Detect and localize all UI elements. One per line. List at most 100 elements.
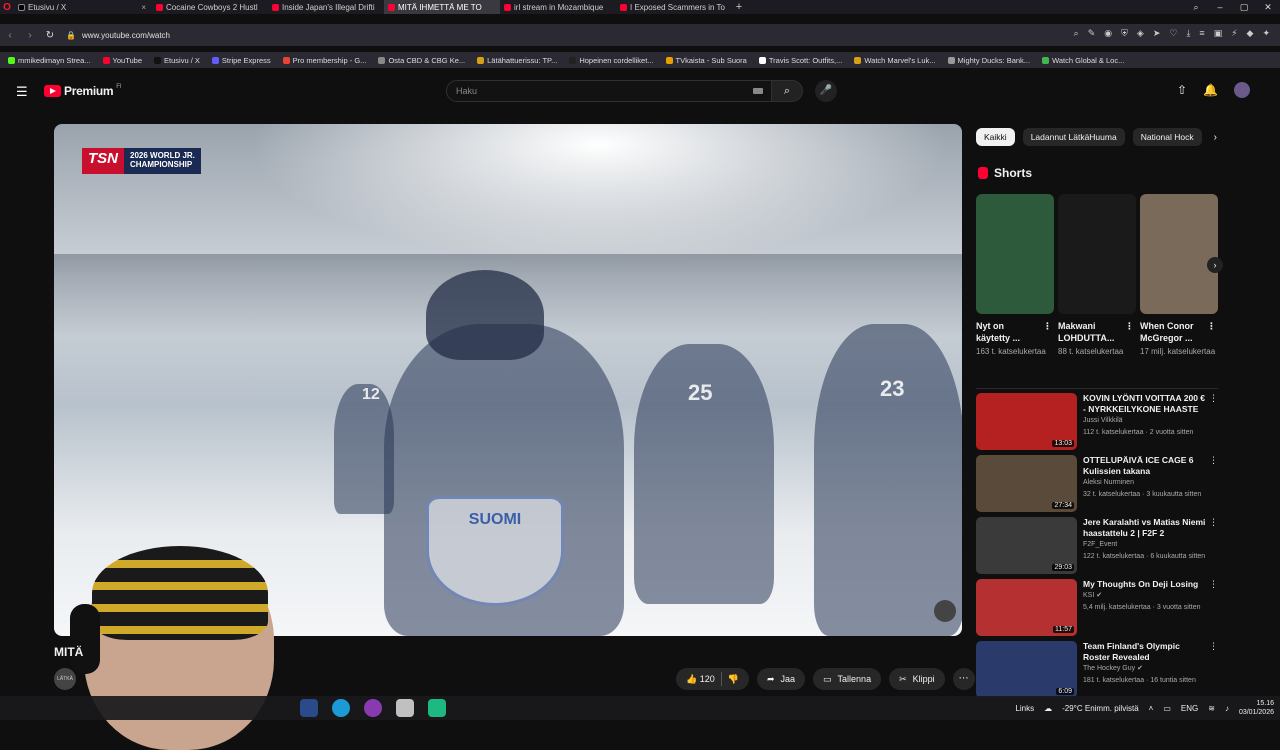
search-tabs-icon[interactable]: ⌕ [1184, 0, 1208, 14]
close-tab-icon[interactable]: × [141, 3, 146, 12]
voice-search-button[interactable]: 🎤 [815, 80, 837, 102]
video-title[interactable]: Jere Karalahti vs Matias Niemi haastatte… [1083, 517, 1208, 539]
edge-icon[interactable] [332, 699, 350, 717]
short-thumbnail[interactable] [1140, 194, 1218, 314]
browser-tab[interactable]: Inside Japan's Illegal Drifti [268, 0, 384, 14]
chevron-right-icon[interactable]: › [1214, 132, 1217, 143]
hamburger-menu-icon[interactable]: ☰ [16, 84, 28, 100]
bookmark-item[interactable]: Hopeinen cordelliket... [569, 56, 654, 65]
more-vert-icon[interactable]: ⋮ [1209, 517, 1218, 528]
short-item[interactable]: Makwani LOHDUTTA... ⋮ 88 t. katselukertaa [1058, 194, 1136, 358]
video-thumbnail[interactable]: 6:09 [976, 641, 1077, 698]
channel-name[interactable]: Jussi Vilkkilä [1083, 415, 1208, 427]
chevron-up-icon[interactable]: ˄ [1149, 704, 1154, 713]
video-title[interactable]: KOVIN LYÖNTI VOITTAA 200 € - NYRKKEILYKO… [1083, 393, 1208, 415]
bookmark-item[interactable]: Pro membership - G... [282, 56, 366, 65]
more-vert-icon[interactable]: ⋮ [1209, 579, 1218, 590]
short-item[interactable]: When Conor McGregor ... ⋮ 17 milj. katselu… [1140, 194, 1218, 358]
short-title[interactable]: Nyt on käytetty ... [976, 321, 1020, 343]
network-icon[interactable]: ▭ [1163, 704, 1171, 713]
shield-icon[interactable]: ⛨ [1121, 28, 1128, 39]
maximize-icon[interactable]: ▢ [1232, 0, 1256, 14]
recommended-video[interactable]: 13:03 KOVIN LYÖNTI VOITTAA 200 € - NYRKKE… [976, 393, 1222, 455]
download-icon[interactable]: ⤓ [1186, 28, 1190, 39]
language-indicator[interactable]: ENG [1181, 704, 1198, 713]
video-thumbnail[interactable]: 13:03 [976, 393, 1077, 450]
links-toolbar[interactable]: Links [1015, 704, 1034, 713]
upload-icon[interactable]: ⇧ [1177, 83, 1187, 97]
bookmark-item[interactable]: Lätähattuerissu: TP... [477, 56, 557, 65]
wallet-icon[interactable]: ▣ [1214, 28, 1223, 39]
browser-tab[interactable]: irl stream in Mozambique [500, 0, 616, 14]
short-thumbnail[interactable] [1058, 194, 1136, 314]
app-icon[interactable] [300, 699, 318, 717]
short-item[interactable]: Nyt on käytetty ... ⋮ 163 t. katselukertaa [976, 194, 1054, 358]
short-title[interactable]: Makwani LOHDUTTA... [1058, 321, 1114, 343]
dislike-button[interactable]: 👎 [728, 674, 739, 685]
avatar[interactable] [1234, 82, 1250, 98]
bell-icon[interactable]: 🔔 [1203, 83, 1218, 97]
browser-logo-icon[interactable]: O [0, 0, 14, 14]
channel-avatar[interactable]: LÄTKÄ [54, 668, 76, 690]
heart-icon[interactable]: ♡ [1169, 28, 1177, 39]
recommended-video[interactable]: 6:09 Team Finland's Olympic Roster Reveal… [976, 641, 1222, 703]
more-vert-icon[interactable]: ⋮ [1209, 641, 1218, 652]
camera-icon[interactable]: ◉ [1104, 28, 1112, 39]
new-tab-icon[interactable]: + [732, 1, 746, 13]
browser-tab-active[interactable]: MITÄ IHMETTÄ ME TO [384, 0, 500, 14]
bookmark-item[interactable]: Mighty Ducks: Bank... [947, 56, 1030, 65]
reload-icon[interactable]: ↻ [40, 30, 60, 41]
clip-button[interactable]: ✂ Klippi [889, 668, 945, 690]
channel-name[interactable]: F2F_Event [1083, 539, 1208, 551]
youtube-premium-logo[interactable]: Premium FI [44, 84, 122, 98]
extension-icon[interactable]: ✎ [1088, 28, 1096, 39]
bookmark-item[interactable]: Osta CBD & CBG Ke... [378, 56, 465, 65]
search-input[interactable]: Haku [446, 80, 772, 102]
more-vert-icon[interactable]: ⋮ [1043, 320, 1052, 332]
bookmark-item[interactable]: Etusivu / X [154, 56, 200, 65]
chip-uploader[interactable]: Ladannut LätkäHuuma [1022, 128, 1125, 146]
short-title[interactable]: When Conor McGregor ... [1140, 321, 1194, 343]
keyboard-icon[interactable] [753, 88, 763, 94]
extension-icon[interactable]: ◆ [1247, 28, 1254, 39]
browser-tab[interactable]: Cocaine Cowboys 2 Hustl [152, 0, 268, 14]
recommended-video[interactable]: 11:57 My Thoughts On Deji Losing KSI ✔ 5,4 … [976, 579, 1222, 641]
channel-watermark[interactable] [934, 600, 956, 622]
weather-text[interactable]: -29°C Enimm. pilvistä [1062, 704, 1139, 713]
video-title[interactable]: Team Finland's Olympic Roster Revealed [1083, 641, 1208, 663]
browser-tab[interactable]: I Exposed Scammers in To [616, 0, 732, 14]
more-vert-icon[interactable]: ⋮ [1207, 320, 1216, 332]
search-button[interactable]: ⌕ [771, 80, 803, 102]
video-thumbnail[interactable]: 27:34 [976, 455, 1077, 512]
like-button[interactable]: 👍 120 [686, 674, 715, 685]
channel-name[interactable]: KSI ✔ [1083, 590, 1208, 602]
clock[interactable]: 15.16 03/01/2026 [1239, 699, 1274, 717]
close-window-icon[interactable]: ✕ [1256, 0, 1280, 14]
short-thumbnail[interactable] [976, 194, 1054, 314]
app-icon[interactable] [396, 699, 414, 717]
video-thumbnail[interactable]: 11:57 [976, 579, 1077, 636]
browser-tab[interactable]: Etusivu / X × [14, 0, 152, 14]
app-icon[interactable] [428, 699, 446, 717]
bookmark-item[interactable]: Stripe Express [211, 56, 271, 65]
channel-name[interactable]: The Hockey Guy ✔ [1083, 663, 1208, 675]
bookmark-item[interactable]: Watch Global & Loc... [1042, 56, 1124, 65]
bookmark-item[interactable]: mmikedimayn Strea... [8, 56, 91, 65]
back-icon[interactable]: ‹ [0, 30, 20, 41]
wifi-icon[interactable]: ≋ [1208, 704, 1215, 713]
video-thumbnail[interactable]: 29:03 [976, 517, 1077, 574]
video-title[interactable]: OTTELUPÄIVÄ ICE CAGE 6 Kulissien takana [1083, 455, 1208, 477]
extension-icon[interactable]: ◈ [1137, 28, 1144, 39]
save-button[interactable]: ▭ Tallenna [813, 668, 882, 690]
extension-icon[interactable]: ⚡ [1231, 28, 1237, 39]
video-title[interactable]: My Thoughts On Deji Losing [1083, 579, 1208, 590]
forward-icon[interactable]: › [20, 30, 40, 41]
channel-name[interactable]: Aleksi Nurminen [1083, 477, 1208, 489]
app-icon[interactable] [364, 699, 382, 717]
menu-icon[interactable]: ≡ [1199, 28, 1204, 39]
more-vert-icon[interactable]: ⋮ [1125, 320, 1134, 332]
more-vert-icon[interactable]: ⋮ [1209, 455, 1218, 466]
recommended-video[interactable]: 29:03 Jere Karalahti vs Matias Niemi haas… [976, 517, 1222, 579]
bookmark-item[interactable]: Travis Scott: Outfits,... [758, 56, 842, 65]
more-vert-icon[interactable]: ⋮ [1209, 393, 1218, 404]
